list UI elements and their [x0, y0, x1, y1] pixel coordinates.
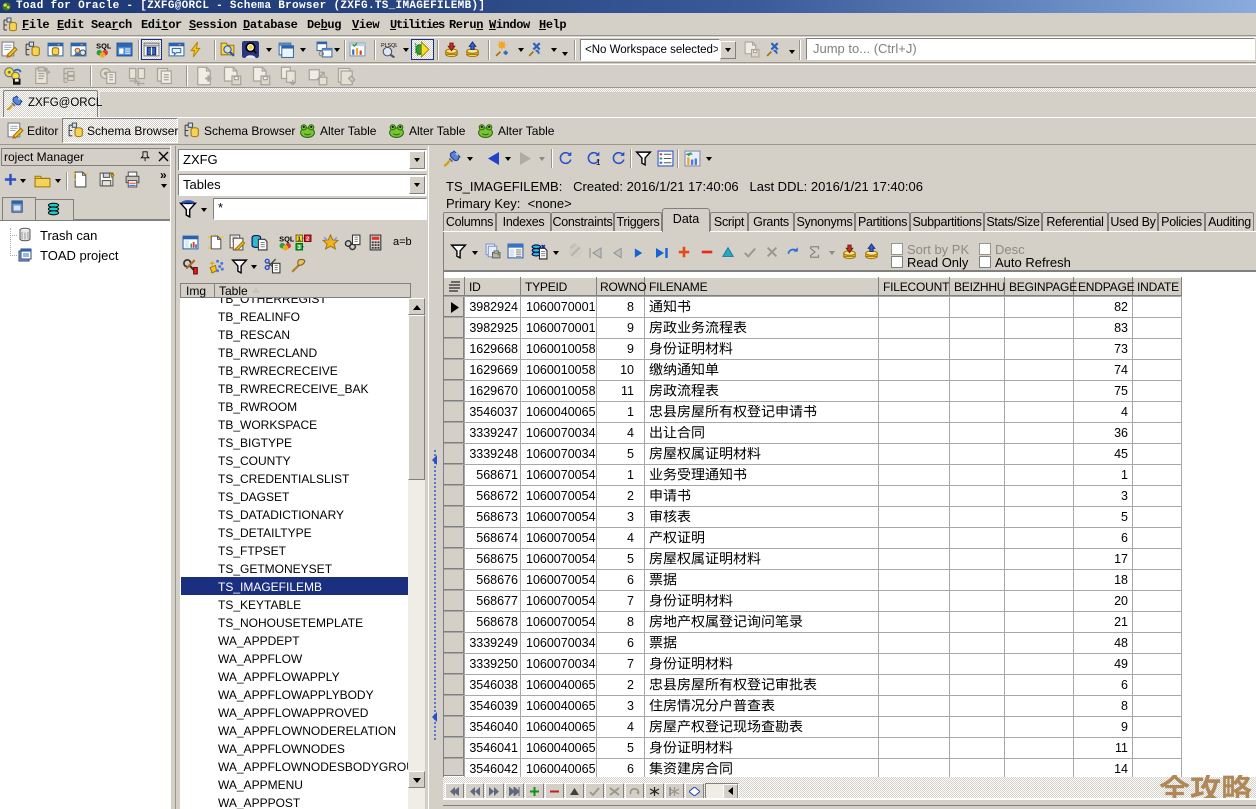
svg-text:SQL: SQL [96, 41, 111, 50]
svg-text:SQL: SQL [279, 234, 294, 243]
